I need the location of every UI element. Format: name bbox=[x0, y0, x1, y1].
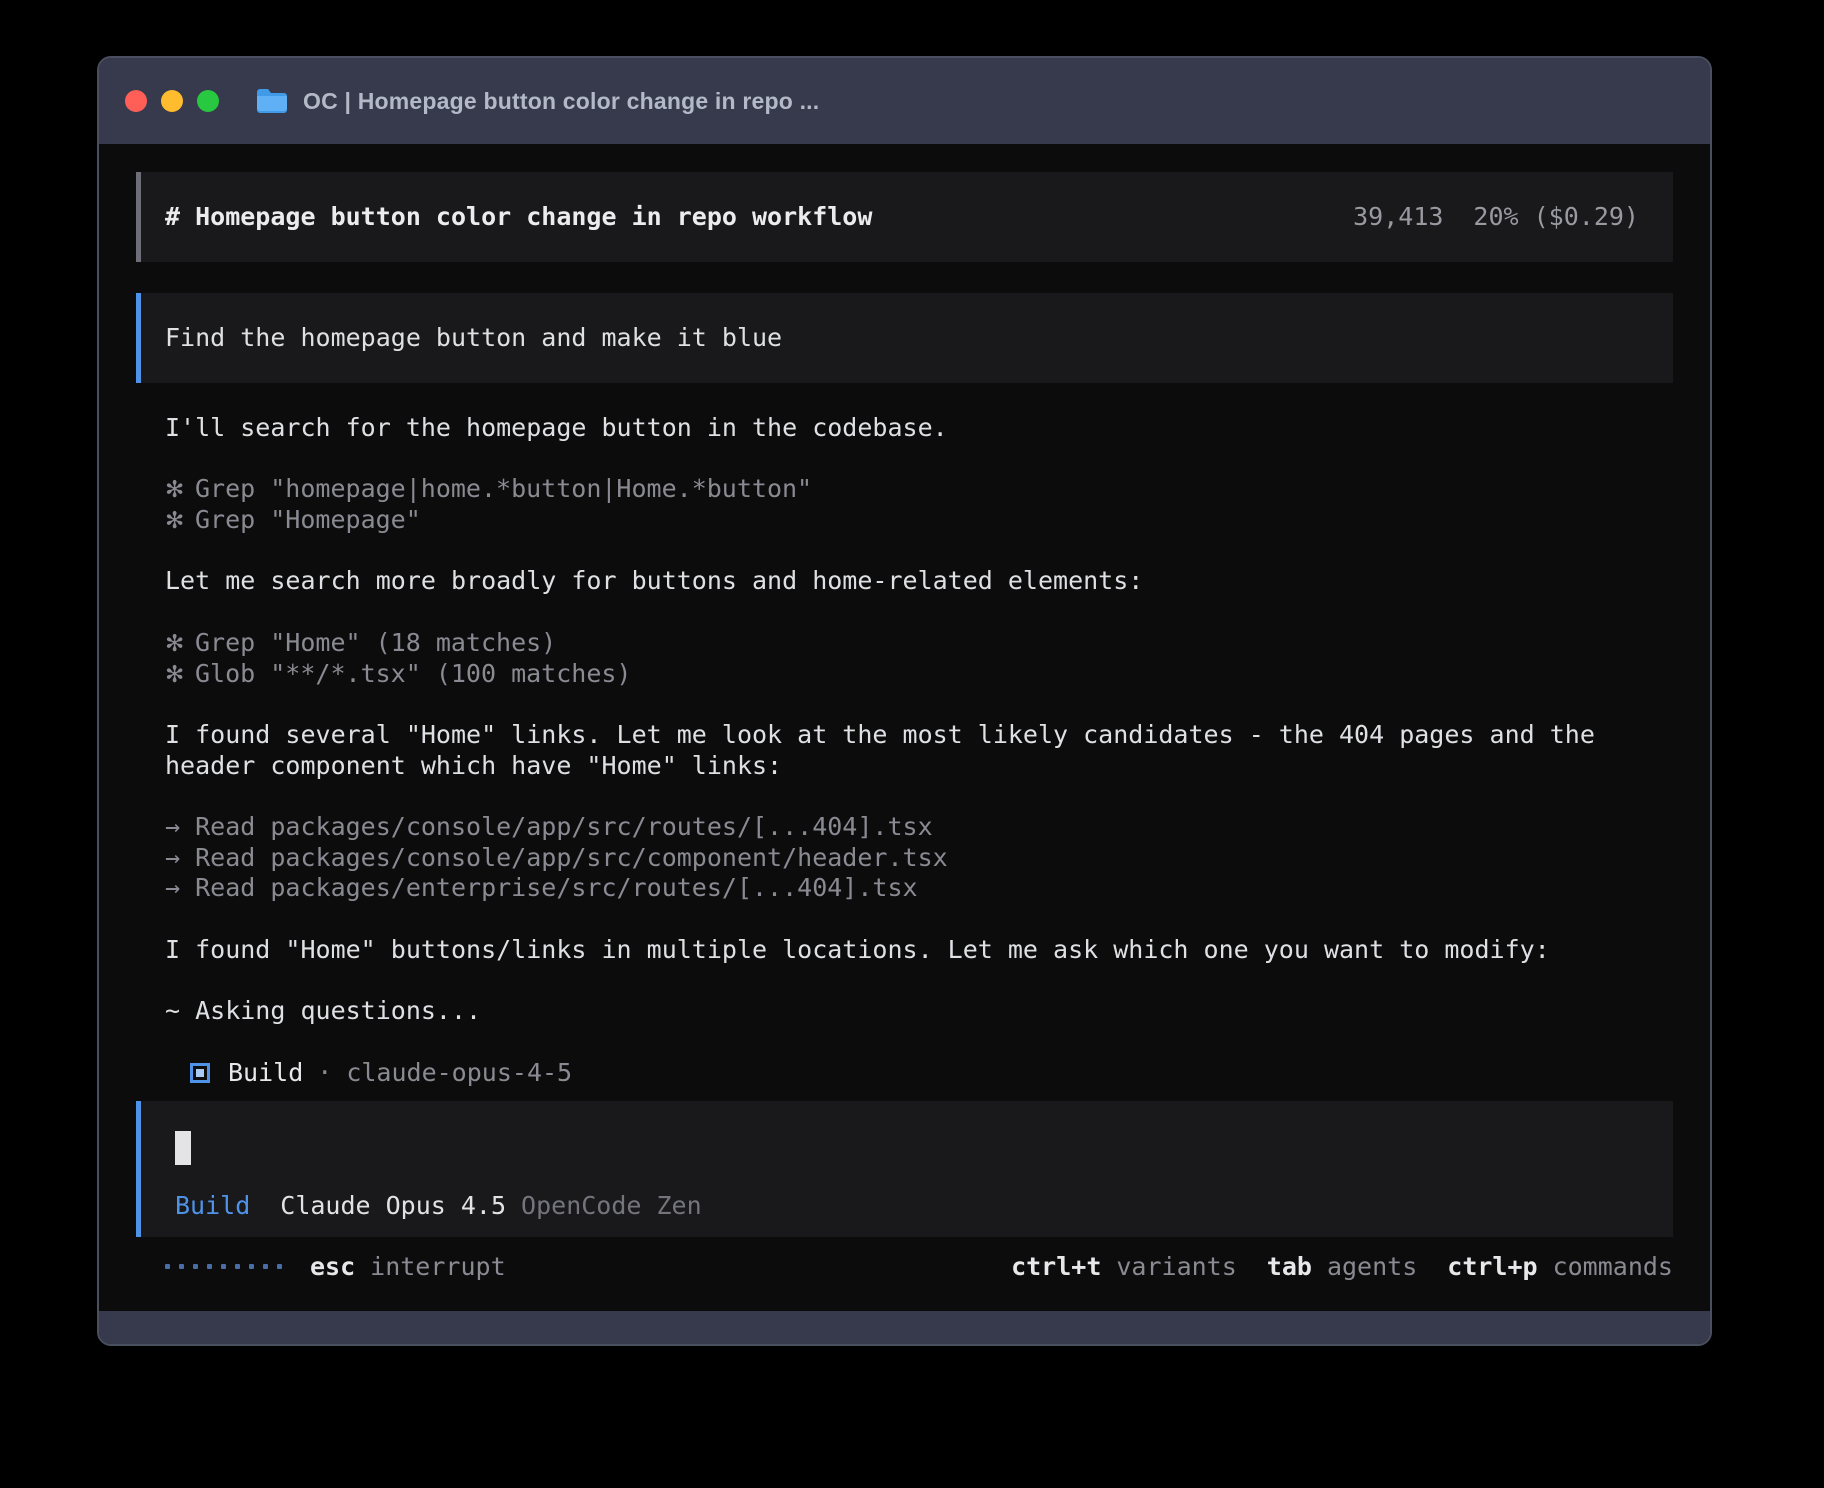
esc-key: esc bbox=[310, 1252, 355, 1283]
statusbar: esc interrupt ctrl+tvariantstabagentsctr… bbox=[136, 1251, 1673, 1282]
text-cursor bbox=[175, 1131, 191, 1165]
blank-line bbox=[165, 965, 1673, 996]
line-text: Grep "Homepage" bbox=[195, 505, 421, 534]
assistant-text-line: I'll search for the homepage button in t… bbox=[165, 413, 1673, 444]
assistant-text-line: I found several "Home" links. Let me loo… bbox=[165, 720, 1673, 751]
input-meta: Build Claude Opus 4.5 OpenCode Zen bbox=[175, 1191, 1649, 1222]
tool-bullet-icon: ✻ bbox=[165, 506, 195, 537]
tool-bullet-icon: ✻ bbox=[165, 660, 195, 691]
shortcut-ctrl-t: ctrl+t variants bbox=[1011, 1252, 1237, 1283]
spinner-dot bbox=[263, 1264, 268, 1269]
shortcut-key: ctrl+t bbox=[1011, 1252, 1101, 1283]
assistant-text-line: Let me search more broadly for buttons a… bbox=[165, 566, 1673, 597]
spinner-dot bbox=[277, 1264, 282, 1269]
blank-line bbox=[165, 444, 1673, 475]
input-agent-label: Build bbox=[175, 1191, 250, 1222]
line-text: Let me search more broadly for buttons a… bbox=[165, 566, 1143, 595]
user-message: Find the homepage button and make it blu… bbox=[136, 293, 1673, 383]
tool-call-line: ✻Grep "Homepage" bbox=[165, 505, 1673, 536]
esc-hint: esc interrupt bbox=[310, 1252, 506, 1283]
input-provider-label: OpenCode Zen bbox=[521, 1191, 702, 1222]
blank-line bbox=[165, 597, 1673, 628]
prompt-input[interactable]: Build Claude Opus 4.5 OpenCode Zen bbox=[136, 1101, 1673, 1237]
shortcut-tab: tab agents bbox=[1267, 1252, 1417, 1283]
tool-call-line: ✻Grep "Home" (18 matches) bbox=[165, 628, 1673, 659]
blank-line bbox=[165, 904, 1673, 935]
assistant-text-line: ~ Asking questions... bbox=[165, 996, 1673, 1027]
line-text: → Read packages/console/app/src/routes/[… bbox=[165, 812, 933, 841]
line-text: I found "Home" buttons/links in multiple… bbox=[165, 935, 1550, 964]
tool-bullet-icon: ✻ bbox=[165, 629, 195, 660]
transcript: I'll search for the homepage button in t… bbox=[165, 413, 1673, 1057]
session-title: # Homepage button color change in repo w… bbox=[165, 202, 872, 233]
terminal-content: # Homepage button color change in repo w… bbox=[99, 144, 1710, 1311]
blank-line bbox=[165, 781, 1673, 812]
line-text: I'll search for the homepage button in t… bbox=[165, 413, 948, 442]
blank-line bbox=[165, 536, 1673, 567]
keyboard-shortcuts: ctrl+t variants tab agents ctrl+p commands bbox=[1011, 1252, 1673, 1283]
context-cost: 20% ($0.29) bbox=[1473, 202, 1639, 233]
blank-line bbox=[165, 689, 1673, 720]
folder-icon bbox=[255, 87, 289, 115]
token-count: 39,413 bbox=[1353, 202, 1443, 233]
shortcut-ctrl-p: ctrl+p commands bbox=[1447, 1252, 1673, 1283]
assistant-text-line: I found "Home" buttons/links in multiple… bbox=[165, 935, 1673, 966]
line-text: ~ Asking questions... bbox=[165, 996, 481, 1025]
tool-call-line: ✻Glob "**/*.tsx" (100 matches) bbox=[165, 659, 1673, 690]
spinner-dots bbox=[165, 1264, 282, 1269]
spinner-dot bbox=[193, 1264, 198, 1269]
assistant-text-line: header component which have "Home" links… bbox=[165, 751, 1673, 782]
traffic-lights bbox=[125, 90, 219, 112]
minimize-button[interactable] bbox=[161, 90, 183, 112]
agent-status-line: Build · claude-opus-4-5 bbox=[190, 1057, 1673, 1088]
zoom-button[interactable] bbox=[197, 90, 219, 112]
shortcut-key: tab bbox=[1267, 1252, 1312, 1283]
input-model-label: Claude Opus 4.5 bbox=[280, 1191, 506, 1222]
blank-line bbox=[165, 1027, 1673, 1058]
agent-model: claude-opus-4-5 bbox=[346, 1058, 572, 1089]
session-header: # Homepage button color change in repo w… bbox=[136, 172, 1673, 262]
tool-call-line: → Read packages/console/app/src/componen… bbox=[165, 843, 1673, 874]
spinner-dot bbox=[235, 1264, 240, 1269]
line-text: → Read packages/enterprise/src/routes/[.… bbox=[165, 873, 918, 902]
session-stats: 39,413 20% ($0.29) bbox=[1353, 202, 1639, 233]
line-text: I found several "Home" links. Let me loo… bbox=[165, 720, 1595, 749]
window-title: OC | Homepage button color change in rep… bbox=[303, 88, 819, 115]
window-footer bbox=[99, 1311, 1710, 1344]
tool-call-line: → Read packages/console/app/src/routes/[… bbox=[165, 812, 1673, 843]
tool-bullet-icon: ✻ bbox=[165, 475, 195, 506]
shortcut-label: agents bbox=[1327, 1252, 1417, 1283]
agent-name: Build bbox=[228, 1058, 303, 1089]
spinner-dot bbox=[179, 1264, 184, 1269]
terminal-window: OC | Homepage button color change in rep… bbox=[97, 56, 1712, 1346]
spinner-dot bbox=[221, 1264, 226, 1269]
line-text: → Read packages/console/app/src/componen… bbox=[165, 843, 948, 872]
titlebar[interactable]: OC | Homepage button color change in rep… bbox=[99, 58, 1710, 144]
shortcut-label: commands bbox=[1553, 1252, 1673, 1283]
tool-call-line: ✻Grep "homepage|home.*button|Home.*butto… bbox=[165, 474, 1673, 505]
close-button[interactable] bbox=[125, 90, 147, 112]
spinner-dot bbox=[165, 1264, 170, 1269]
spinner-dot bbox=[207, 1264, 212, 1269]
tool-call-line: → Read packages/enterprise/src/routes/[.… bbox=[165, 873, 1673, 904]
separator-dot: · bbox=[317, 1058, 332, 1089]
shortcut-label: variants bbox=[1116, 1252, 1236, 1283]
agent-square-icon bbox=[190, 1063, 210, 1083]
line-text: Grep "homepage|home.*button|Home.*button… bbox=[195, 474, 812, 503]
user-message-text: Find the homepage button and make it blu… bbox=[165, 323, 782, 354]
spinner-dot bbox=[249, 1264, 254, 1269]
line-text: header component which have "Home" links… bbox=[165, 751, 782, 780]
line-text: Grep "Home" (18 matches) bbox=[195, 628, 556, 657]
shortcut-key: ctrl+p bbox=[1447, 1252, 1537, 1283]
esc-label: interrupt bbox=[370, 1252, 505, 1283]
line-text: Glob "**/*.tsx" (100 matches) bbox=[195, 659, 632, 688]
